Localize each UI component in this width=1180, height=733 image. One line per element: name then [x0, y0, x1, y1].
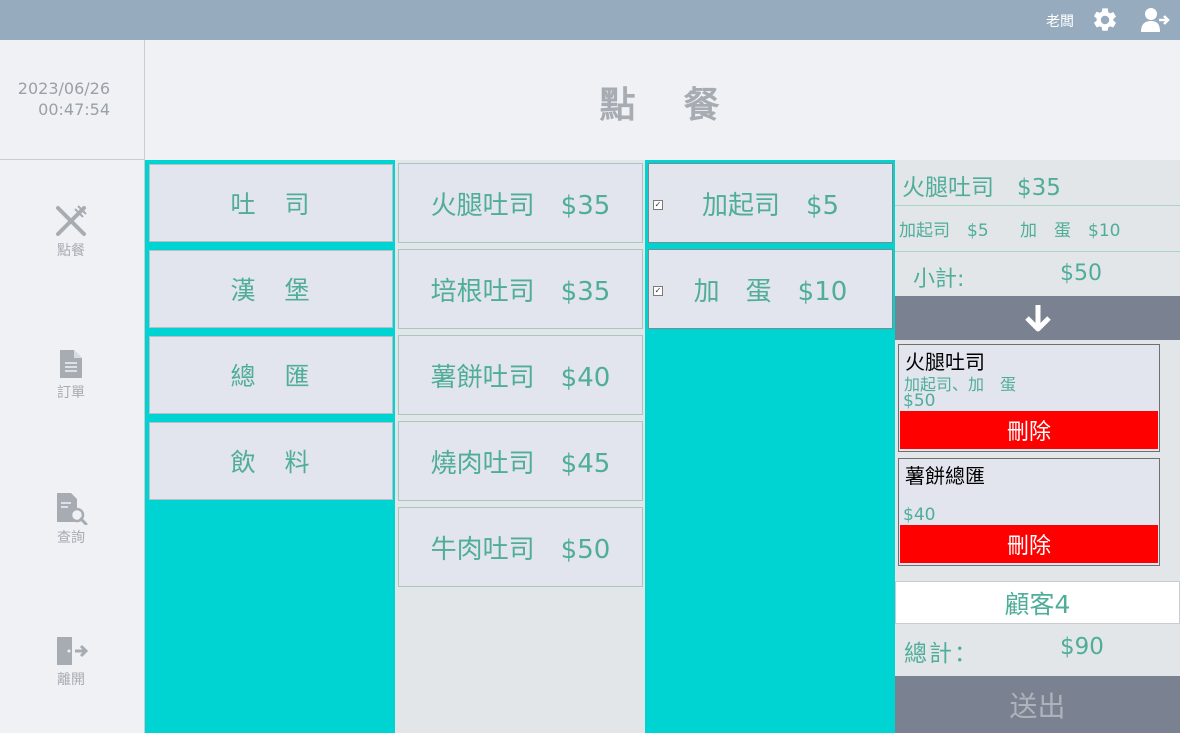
sidebar-item-search[interactable]: 查詢 — [40, 491, 102, 547]
option-checkbox[interactable]: ✓ — [653, 286, 663, 296]
total-value: $90 — [1060, 634, 1104, 660]
order-card: 火腿吐司 加起司、加 蛋 $50 刪除 — [898, 344, 1160, 452]
item-button[interactable]: 牛肉吐司 $50 — [398, 507, 643, 587]
option-checkbox[interactable]: ✓ — [653, 200, 663, 210]
category-burger-button[interactable]: 漢 堡 — [149, 250, 393, 328]
switch-user-icon[interactable] — [1140, 6, 1170, 34]
order-name: 薯餅總匯 — [905, 464, 985, 488]
divider — [895, 205, 1180, 206]
delete-button[interactable]: 刪除 — [900, 525, 1158, 563]
sidebar-item-orders[interactable]: 訂單 — [40, 348, 102, 402]
order-price: $40 — [903, 505, 936, 525]
category-toast-button[interactable]: 吐 司 — [149, 164, 393, 242]
current-options: 加起司 $5 加 蛋 $10 — [899, 216, 1121, 241]
sidebar-item-label: 查詢 — [57, 530, 85, 546]
subtotal-value: $50 — [1060, 261, 1102, 286]
title-area: 點 餐 — [145, 40, 1180, 160]
clock-date: 2023/06/26 — [17, 79, 110, 98]
submit-button[interactable]: 送出 — [895, 676, 1180, 733]
current-item: 火腿吐司 $35 — [902, 175, 1061, 201]
current-option: 加起司 $5 — [899, 221, 989, 241]
sidebar-item-label: 訂單 — [57, 385, 85, 401]
clock-time: 00:47:54 — [38, 100, 110, 119]
arrow-down-icon — [1024, 305, 1051, 332]
exit-icon — [57, 637, 88, 665]
document-icon — [60, 350, 82, 378]
customer-label: 顧客4 — [895, 581, 1180, 624]
item-button[interactable]: 燒肉吐司 $45 — [398, 421, 643, 501]
sidebar: 點餐 訂單 查詢 離開 — [0, 160, 145, 733]
option-label: 加 蛋 $10 — [693, 276, 848, 307]
top-bar: 老闆 — [0, 0, 1180, 40]
sidebar-item-label: 離開 — [57, 672, 85, 688]
clock-panel: 2023/06/26 00:47:54 — [0, 40, 145, 160]
search-document-icon — [57, 493, 88, 525]
category-club-button[interactable]: 總 匯 — [149, 336, 393, 414]
sidebar-item-order[interactable]: 點餐 — [40, 204, 102, 260]
item-button[interactable]: 火腿吐司 $35 — [398, 163, 643, 243]
sidebar-item-exit[interactable]: 離開 — [40, 635, 102, 689]
category-drinks-button[interactable]: 飲 料 — [149, 422, 393, 500]
current-option: 加 蛋 $10 — [1020, 221, 1121, 241]
order-card: 薯餅總匯 $40 刪除 — [898, 458, 1160, 566]
add-to-order-button[interactable] — [895, 296, 1180, 340]
category-column: 吐 司 漢 堡 總 匯 飲 料 — [145, 160, 395, 733]
option-egg-button[interactable]: ✓ 加 蛋 $10 — [648, 249, 893, 329]
delete-button[interactable]: 刪除 — [900, 411, 1158, 449]
option-label: 加起司 $5 — [701, 190, 840, 221]
divider — [895, 251, 1180, 252]
order-price: $50 — [903, 391, 936, 411]
total-label: 總計： — [904, 641, 979, 667]
item-button[interactable]: 薯餅吐司 $40 — [398, 335, 643, 415]
option-cheese-button[interactable]: ✓ 加起司 $5 — [648, 163, 893, 243]
sidebar-item-label: 點餐 — [57, 243, 85, 259]
subtotal-label: 小計: — [913, 267, 965, 292]
page-title: 點 餐 — [599, 85, 726, 126]
item-column: 火腿吐司 $35 培根吐司 $35 薯餅吐司 $40 燒肉吐司 $45 牛肉吐司… — [395, 160, 645, 733]
item-button[interactable]: 培根吐司 $35 — [398, 249, 643, 329]
gear-icon[interactable] — [1091, 6, 1119, 34]
option-column: ✓ 加起司 $5 ✓ 加 蛋 $10 — [645, 160, 895, 733]
order-summary-panel: 火腿吐司 $35 加起司 $5 加 蛋 $10 小計: $50 火腿吐司 加起司… — [895, 160, 1180, 733]
utensils-icon — [56, 205, 87, 236]
user-name: 老闆 — [1046, 14, 1074, 30]
